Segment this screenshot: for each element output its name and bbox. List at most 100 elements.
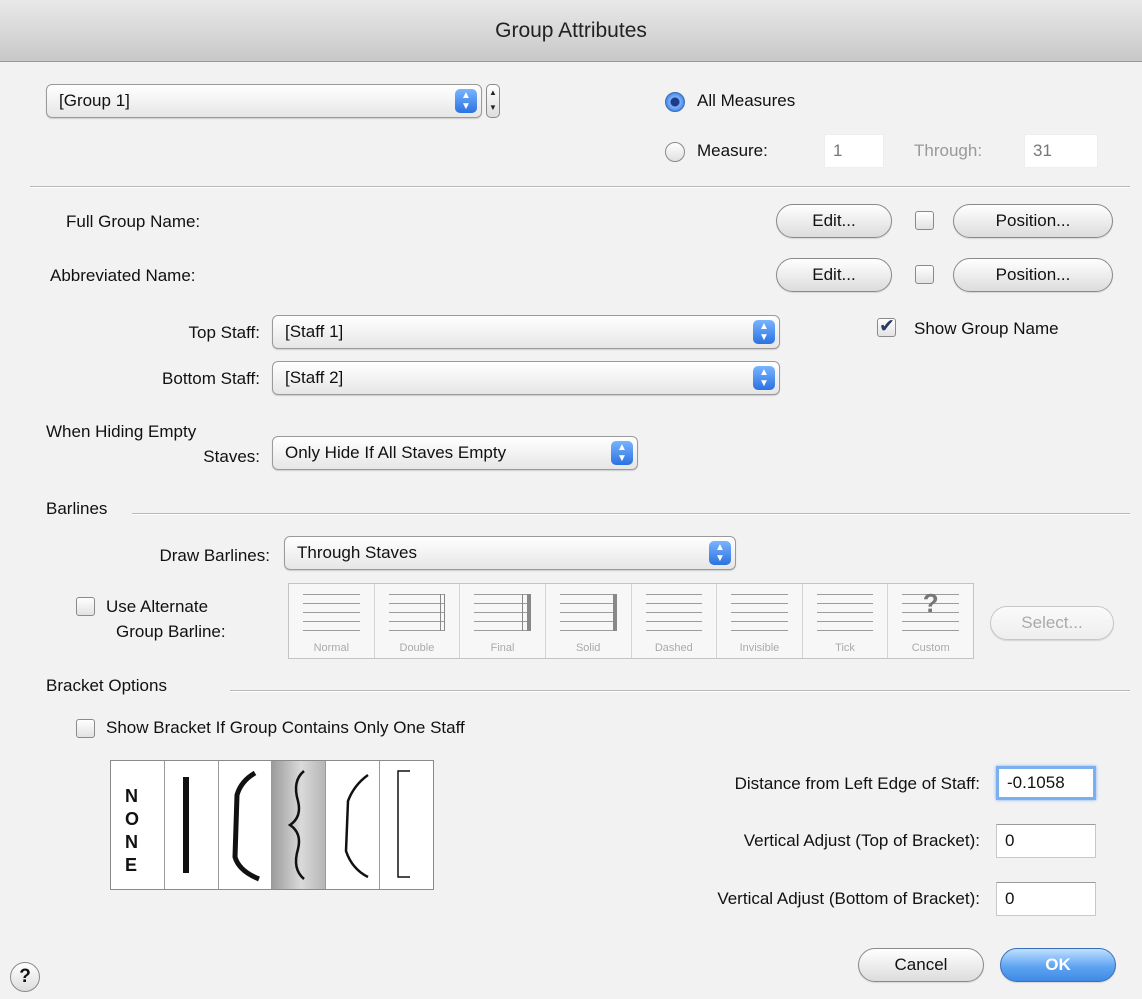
use-alternate-label-line2: Group Barline: (116, 622, 226, 641)
vertical-adjust-bottom-value: 0 (1005, 889, 1015, 908)
vertical-adjust-bottom-field[interactable]: 0 (996, 882, 1096, 916)
barline-style-grid: Normal Double Final Solid Dashed Invisib… (288, 583, 974, 659)
barline-dashed-icon (645, 594, 703, 631)
abbr-name-position-label: Position... (995, 265, 1071, 284)
ok-button-label: OK (1045, 955, 1071, 974)
chevron-updown-icon: ▲ ▼ (753, 320, 775, 344)
barline-style-custom[interactable]: ? Custom (888, 584, 973, 658)
window-title: Group Attributes (495, 18, 647, 42)
full-name-position-label: Position... (995, 211, 1071, 230)
barline-dashed-label: Dashed (654, 642, 693, 654)
divider (30, 186, 1130, 188)
barline-style-normal[interactable]: Normal (289, 584, 375, 658)
barline-normal-icon (303, 594, 360, 631)
measure-end-value: 31 (1033, 141, 1052, 160)
top-staff-select[interactable]: [Staff 1] ▲ ▼ (272, 315, 780, 349)
distance-from-left-edge-label: Distance from Left Edge of Staff: (734, 774, 980, 793)
bracket-style-brace[interactable] (272, 761, 327, 889)
bracket-style-none[interactable]: NONE (111, 761, 165, 889)
bracket-options-divider (230, 690, 1130, 692)
measure-start-value: 1 (833, 141, 843, 160)
barline-solid-icon (559, 594, 617, 631)
hiding-label-line1: When Hiding Empty (46, 422, 197, 441)
show-group-name-label: Show Group Name (914, 319, 1059, 338)
group-attributes-dialog: Group Attributes [Group 1] ▲ ▼ ▲ ▼ All Mea… (0, 0, 1142, 999)
vertical-adjust-top-value: 0 (1005, 831, 1015, 850)
full-name-position-checkbox[interactable] (915, 211, 934, 230)
vertical-adjust-top-field[interactable]: 0 (996, 824, 1096, 858)
full-name-edit-button[interactable]: Edit... (776, 204, 892, 238)
barline-style-dashed[interactable]: Dashed (631, 584, 718, 658)
barline-style-invisible[interactable]: Invisible (717, 584, 803, 658)
abbr-name-edit-button[interactable]: Edit... (776, 258, 892, 292)
piano-bracket-icon (345, 773, 370, 879)
measure-end-field[interactable]: 31 (1024, 134, 1098, 168)
bracket-style-square[interactable] (380, 761, 433, 889)
barline-style-tick[interactable]: Tick (802, 584, 889, 658)
barline-style-double[interactable]: Double (374, 584, 461, 658)
barline-custom-label: Custom (911, 642, 950, 654)
chevron-updown-icon: ▲ ▼ (611, 441, 633, 465)
measure-start-field[interactable]: 1 (824, 134, 884, 168)
barlines-divider (132, 513, 1130, 515)
barline-style-final[interactable]: Final (460, 584, 546, 658)
show-bracket-one-staff-checkbox[interactable] (76, 719, 95, 738)
full-name-edit-label: Edit... (812, 211, 856, 230)
help-icon: ? (19, 966, 31, 987)
bottom-staff-value: [Staff 2] (285, 368, 344, 387)
vertical-adjust-top-label: Vertical Adjust (Top of Bracket): (743, 831, 980, 850)
help-button[interactable]: ? (10, 962, 40, 992)
bottom-staff-select[interactable]: [Staff 2] ▲ ▼ (272, 361, 780, 395)
barline-style-solid[interactable]: Solid (545, 584, 632, 658)
use-alternate-barline-checkbox[interactable] (76, 597, 95, 616)
barline-invisible-label: Invisible (739, 642, 780, 654)
hiding-empty-staves-select[interactable]: Only Hide If All Staves Empty ▲ ▼ (272, 436, 638, 470)
all-measures-radio[interactable] (665, 92, 685, 112)
barline-normal-label: Normal (313, 642, 350, 654)
abbr-name-position-button[interactable]: Position... (953, 258, 1113, 292)
bracket-style-piano-brace[interactable] (326, 761, 381, 889)
cancel-button-label: Cancel (894, 955, 948, 974)
bottom-staff-label: Bottom Staff: (162, 369, 260, 388)
draw-barlines-value: Through Staves (297, 543, 418, 562)
chevron-updown-icon: ▲ ▼ (753, 366, 775, 390)
all-measures-label: All Measures (697, 91, 796, 110)
bracket-none-text: NONE (125, 786, 140, 875)
measure-label: Measure: (697, 141, 768, 160)
group-stepper[interactable]: ▲ ▼ (486, 84, 500, 118)
hiding-empty-staves-value: Only Hide If All Staves Empty (285, 443, 507, 462)
vertical-adjust-bottom-label: Vertical Adjust (Bottom of Bracket): (717, 889, 980, 908)
bracket-curved-icon (232, 770, 260, 882)
group-select[interactable]: [Group 1] ▲ ▼ (46, 84, 482, 118)
show-bracket-one-staff-label: Show Bracket If Group Contains Only One … (106, 718, 465, 737)
title-bar: Group Attributes (0, 0, 1142, 62)
full-name-position-button[interactable]: Position... (953, 204, 1113, 238)
group-select-value: [Group 1] (59, 91, 130, 110)
draw-barlines-select[interactable]: Through Staves ▲ ▼ (284, 536, 736, 570)
abbreviated-name-label: Abbreviated Name: (50, 266, 196, 285)
cancel-button[interactable]: Cancel (858, 948, 984, 982)
square-bracket-icon (397, 770, 411, 878)
barline-tick-icon (816, 594, 874, 631)
barline-double-label: Double (399, 642, 435, 654)
bracket-style-bracket[interactable] (219, 761, 273, 889)
use-alternate-label-line1: Use Alternate (106, 597, 209, 616)
measure-range-radio[interactable] (665, 142, 685, 162)
top-staff-value: [Staff 1] (285, 322, 344, 341)
bracket-style-picker: NONE (110, 760, 434, 890)
abbr-name-position-checkbox[interactable] (915, 265, 934, 284)
abbr-name-edit-label: Edit... (812, 265, 856, 284)
barlines-section-label: Barlines (46, 499, 108, 518)
barline-custom-icon: ? (902, 588, 959, 631)
ok-button[interactable]: OK (1000, 948, 1116, 982)
barline-select-button[interactable]: Select... (990, 606, 1114, 640)
barline-solid-label: Solid (575, 642, 601, 654)
show-group-name-checkbox[interactable] (877, 315, 896, 338)
draw-barlines-label: Draw Barlines: (159, 546, 270, 565)
bracket-style-plain-line[interactable] (165, 761, 219, 889)
bracket-options-section-label: Bracket Options (46, 676, 167, 695)
hiding-label-line2: Staves: (203, 447, 260, 466)
distance-from-left-edge-field[interactable]: -0.1058 (996, 766, 1096, 800)
barline-select-label: Select... (1021, 613, 1083, 632)
bracket-line-icon (182, 777, 189, 873)
